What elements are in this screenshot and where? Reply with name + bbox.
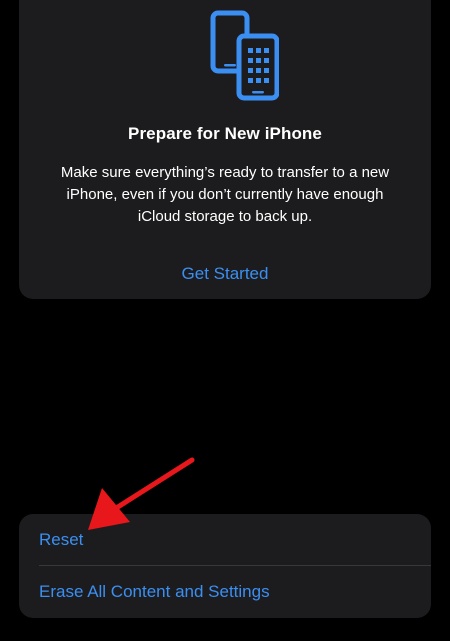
reset-label: Reset xyxy=(39,530,84,549)
reset-item[interactable]: Reset xyxy=(19,514,431,566)
erase-all-content-item[interactable]: Erase All Content and Settings xyxy=(19,566,431,618)
erase-all-content-label: Erase All Content and Settings xyxy=(39,582,270,601)
transfer-phones-icon xyxy=(210,10,279,101)
reset-section: Reset Erase All Content and Settings xyxy=(19,514,431,618)
prepare-title: Prepare for New iPhone xyxy=(128,124,322,143)
get-started-button[interactable]: Get Started xyxy=(19,264,431,284)
prepare-description: Make sure everything’s ready to transfer… xyxy=(60,164,390,225)
prepare-card: Prepare for New iPhone Make sure everyth… xyxy=(19,0,431,299)
